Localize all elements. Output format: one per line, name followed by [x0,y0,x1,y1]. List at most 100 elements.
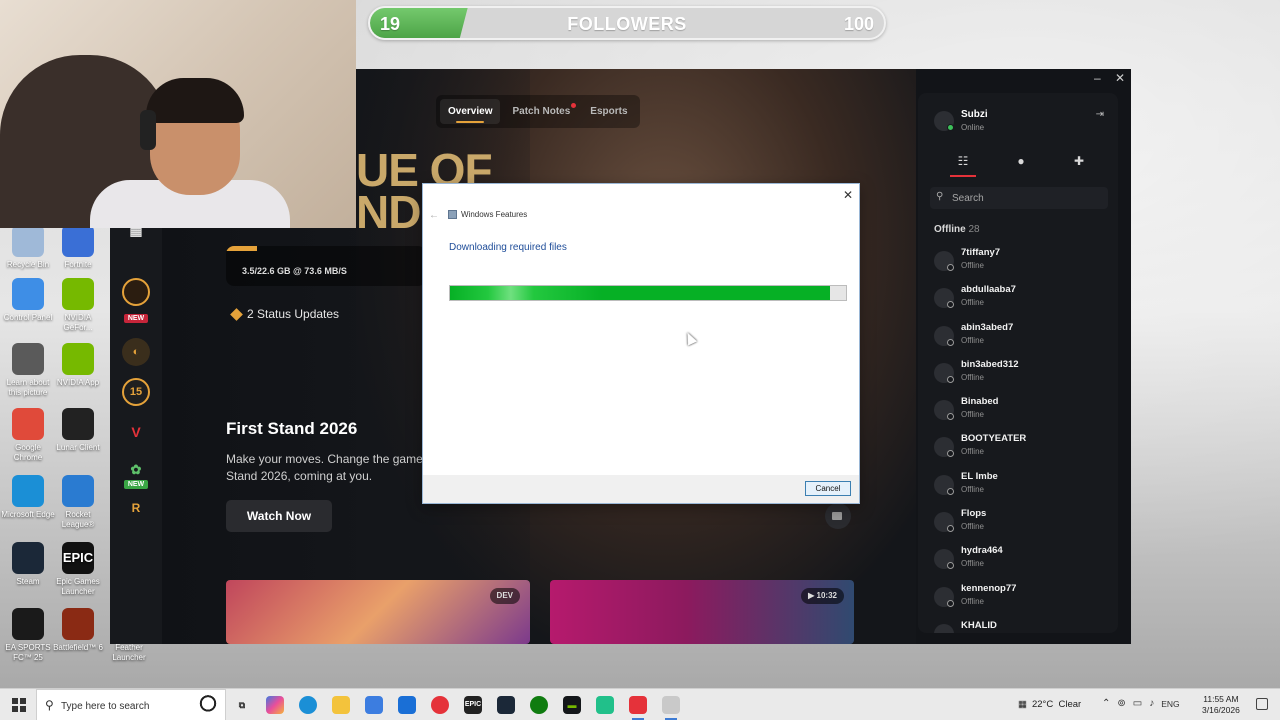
desktop-icon[interactable]: EPIC Epic Games Launcher [50,542,106,597]
app-icon [62,408,94,440]
desktop-icon[interactable]: Recycle Bin [0,225,56,270]
epic-games-icon[interactable]: EPIC [464,696,482,714]
taskbar-clock[interactable]: 11:55 AM 3/16/2026 [1202,694,1240,716]
language-indicator[interactable]: ENG [1161,699,1179,709]
xbox-icon[interactable] [530,696,548,714]
desktop-icon[interactable]: NVIDIA GeFor... [50,278,106,333]
desktop-icon[interactable]: EA SPORTS FC™ 25 [0,608,56,663]
desktop-icon[interactable]: Fortnite [50,225,106,270]
app-icon [12,475,44,507]
camera-icon[interactable] [825,503,851,529]
notifications-icon[interactable] [1256,698,1268,710]
desktop-icon[interactable]: Lunar Client [50,408,106,453]
windows-features-dialog: ✕ ← Windows Features Downloading require… [422,183,860,504]
task-view-icon[interactable]: ⧉ [233,696,251,714]
desktop-icon-label: Control Panel [3,313,53,322]
system-tray: ⌃ ⊚ ▭ ♪ ENG [1102,698,1180,709]
list-item[interactable]: abdullaaba7 Offline [932,280,1112,317]
list-item[interactable]: bin3abed312 Offline [932,355,1112,392]
add-friend-icon[interactable]: ✚ [1050,149,1108,179]
offline-label: Offline [934,224,966,235]
lol-game-icon[interactable] [122,278,150,306]
friends-list-icon[interactable]: ☷ [934,149,992,179]
lol-client-icon[interactable]: ◐ [122,338,150,366]
search-highlight-icon[interactable] [195,693,221,719]
windows-start-icon[interactable] [12,698,26,712]
notification-dot [571,103,577,108]
offline-group-header[interactable]: Offline 28 [934,224,980,235]
dialog-title: Windows Features [461,210,528,219]
taskbar-search-input[interactable] [61,698,181,714]
desktop-icon[interactable]: Steam [0,542,56,587]
clock-time: 11:55 AM [1203,694,1239,704]
minimize-icon[interactable]: – [1094,71,1101,85]
list-item[interactable]: Binabed Offline [932,392,1112,429]
watch-now-button[interactable]: Watch Now [226,500,332,532]
desktop-icon[interactable]: Learn about this picture [0,343,56,398]
taskbar-search: ⚲ [36,689,226,720]
desktop-icon-label: Fortnite [64,260,92,269]
list-item[interactable]: BOOTYEATER Offline [932,429,1112,466]
app-icon [62,475,94,507]
nvidia-icon[interactable]: ▬ [563,696,581,714]
desktop-icon[interactable]: Rocket League® [50,475,106,530]
list-item[interactable]: 7tiffany7 Offline [932,243,1112,280]
edge-icon[interactable] [299,696,317,714]
desktop-icon[interactable]: Google Chrome [0,408,56,463]
outlook-icon[interactable] [398,696,416,714]
tft-icon[interactable]: 15 [122,378,150,406]
list-item[interactable]: abin3abed7 Offline [932,318,1112,355]
windows-features-icon [448,210,457,219]
news-card-1[interactable]: DEV [226,580,530,644]
list-item[interactable]: Flops Offline [932,504,1112,541]
network-icon[interactable]: ⊚ [1117,698,1125,709]
back-arrow-icon[interactable]: ← [429,210,439,221]
tab-overview[interactable]: Overview [440,99,501,124]
opera-icon[interactable] [431,696,449,714]
download-progress-bar [226,246,257,251]
friends-search-input[interactable] [952,190,1102,206]
tab-label: Overview [448,106,493,117]
store-icon[interactable] [365,696,383,714]
tab-patch-notes[interactable]: Patch Notes [504,99,578,124]
desktop-icon[interactable]: NVIDIA App [50,343,106,388]
news-card-2[interactable]: ▶ 10:32 [550,580,854,644]
windows-features-taskbar-icon[interactable] [662,696,680,720]
offline-status-icon [947,450,954,458]
list-item[interactable]: kennenop77 Offline [932,579,1112,616]
steam-icon[interactable] [497,696,515,714]
new-badge: NEW [124,314,148,323]
dialog-close-icon[interactable]: ✕ [843,188,853,202]
battery-icon[interactable]: ▭ [1133,698,1142,709]
runeterra-icon[interactable]: R [122,494,150,522]
list-item[interactable]: EL Imbe Offline [932,467,1112,504]
desktop-icon[interactable]: Battlefield™ 6 [50,608,106,653]
desktop-icon-label: Epic Games Launcher [56,577,100,596]
desktop-icon[interactable]: Control Panel [0,278,56,323]
download-progressbar-fill [450,286,831,300]
list-item[interactable]: KHALID [932,616,1112,633]
close-icon[interactable]: ✕ [1115,71,1125,85]
weather-widget[interactable]: ▦ 22°C Clear [1018,699,1081,710]
friends-tabs: ☷ ● ✚ [934,149,1108,179]
friend-status: Offline [961,596,984,606]
chevron-up-icon[interactable]: ⌃ [1102,698,1110,709]
riot-client-taskbar-icon[interactable] [629,696,647,720]
collapse-panel-icon[interactable]: ⇥ [1096,109,1104,120]
list-item[interactable]: hydra464 Offline [932,541,1112,578]
status-updates-link[interactable]: 2 Status Updates [230,307,339,321]
file-explorer-icon[interactable] [332,696,350,714]
desktop-icon[interactable]: Microsoft Edge [0,475,56,520]
valorant-icon[interactable]: V [122,418,150,446]
app-icon [62,278,94,310]
offline-status-icon [947,525,954,533]
copilot-icon[interactable] [266,696,284,714]
dialog-titlebar: Windows Features [448,210,527,219]
tab-esports[interactable]: Esports [582,99,635,124]
app-icon [12,225,44,257]
my-status[interactable]: Online [961,123,984,132]
chat-bubble-icon[interactable]: ● [992,149,1050,179]
game-bar-icon[interactable] [596,696,614,714]
cancel-button[interactable]: Cancel [805,481,851,496]
volume-icon[interactable]: ♪ [1149,698,1154,709]
